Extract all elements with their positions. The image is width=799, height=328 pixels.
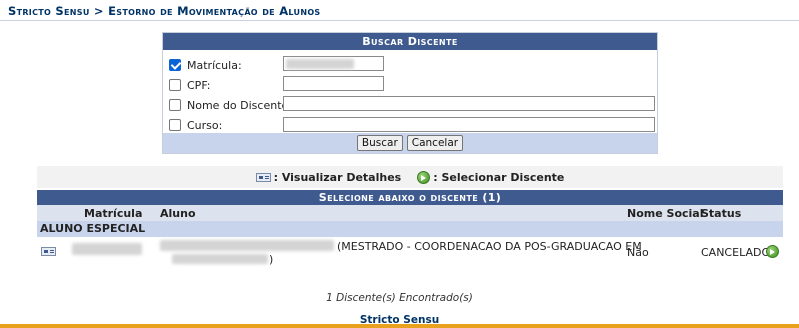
select-student-icon[interactable] [766, 245, 779, 258]
search-form: Buscar Discente Matrícula: CPF: Nome do … [162, 32, 658, 154]
table-row: (MESTRADO - COORDENACAO DA POS-GRADUACAO… [37, 237, 783, 267]
aluno-program-redacted [172, 254, 268, 264]
cpf-input[interactable] [283, 76, 384, 91]
status-value: CANCELADO [701, 246, 771, 259]
results-summary: 1 Discente(s) Encontrado(s) [326, 292, 473, 304]
group-aluno-especial: ALUNO ESPECIAL [37, 221, 783, 237]
col-matricula: Matrícula [84, 207, 143, 220]
curso-input[interactable] [283, 117, 655, 132]
results-table: Selecione abaixo o discente (1) Matrícul… [37, 190, 783, 267]
curso-checkbox[interactable] [169, 119, 181, 131]
curso-row: Curso: [169, 115, 222, 135]
cancel-button[interactable]: Cancelar [406, 135, 464, 151]
matricula-row: Matrícula: [169, 55, 242, 75]
legend-view-details-label: : Visualizar Detalhes [273, 170, 402, 184]
view-details-icon[interactable] [41, 247, 56, 256]
aluno-program: (MESTRADO - COORDENACAO DA POS-GRADUACAO… [337, 240, 642, 253]
breadcrumb: Stricto Sensu > Estorno de Movimentação … [8, 4, 321, 18]
breadcrumb-divider [0, 20, 799, 21]
table-header: Matrícula Aluno Nome Social Status [37, 205, 783, 221]
matricula-checkbox[interactable] [169, 59, 181, 71]
legend-select-student-label: : Selecionar Discente [433, 170, 565, 184]
col-nome-social: Nome Social [627, 207, 704, 220]
matricula-redacted [72, 243, 142, 255]
matricula-input[interactable] [283, 56, 384, 71]
nome-input[interactable] [283, 96, 655, 111]
col-status: Status [701, 207, 742, 220]
legend-select-student: : Selecionar Discente [417, 170, 565, 184]
search-form-title: Buscar Discente [163, 33, 657, 50]
cpf-checkbox[interactable] [169, 79, 181, 91]
aluno-name-redacted [160, 240, 334, 251]
col-aluno: Aluno [160, 207, 196, 220]
legend-view-details: : Visualizar Detalhes [255, 170, 402, 184]
nome-social-value: Não [627, 246, 649, 259]
cpf-label: CPF: [187, 78, 211, 92]
search-button[interactable]: Buscar [356, 135, 403, 151]
nome-label: Nome do Discente: [187, 98, 292, 112]
nome-row: Nome do Discente: [169, 95, 292, 115]
cpf-row: CPF: [169, 75, 211, 95]
icon-legend: : Visualizar Detalhes : Selecionar Disce… [37, 166, 783, 188]
search-form-actions: Buscar Cancelar [163, 133, 657, 153]
results-caption: Selecione abaixo o discente (1) [37, 190, 783, 205]
curso-label: Curso: [187, 118, 223, 132]
footer-accent-bar [0, 324, 799, 328]
matricula-redacted-value [286, 59, 354, 69]
id-card-icon [255, 172, 271, 182]
aluno-program-end: ) [269, 253, 274, 266]
nome-checkbox[interactable] [169, 99, 181, 111]
green-arrow-icon [417, 170, 431, 184]
matricula-label: Matrícula: [187, 58, 242, 72]
